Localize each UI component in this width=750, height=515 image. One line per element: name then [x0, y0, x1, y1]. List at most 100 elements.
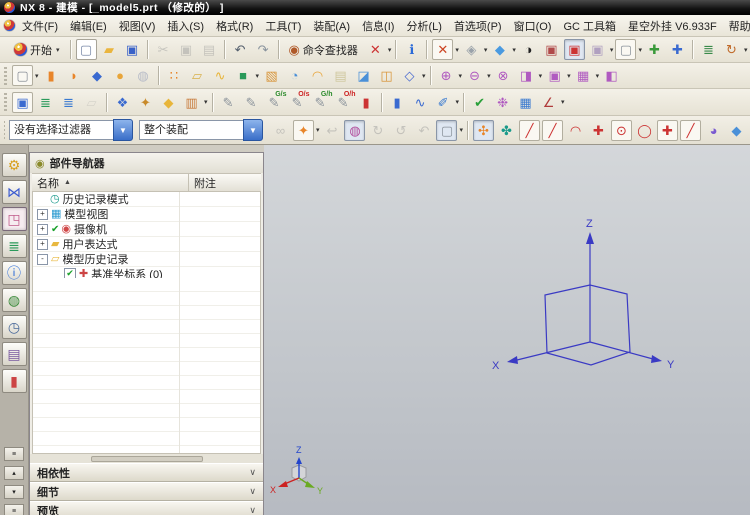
view-triad[interactable]: Z X Y: [264, 440, 328, 510]
intersect-icon[interactable]: ⊗: [493, 65, 514, 86]
menu-item-9[interactable]: 首选项(P): [448, 16, 508, 36]
expand-icon[interactable]: +: [37, 208, 48, 220]
oh-display-icon[interactable]: ✎ O/h: [333, 91, 356, 113]
marquee-select-icon[interactable]: ▢: [436, 119, 458, 141]
column-divider[interactable]: [179, 192, 180, 453]
menu-item-1[interactable]: 编辑(E): [64, 16, 113, 36]
snap-curve-icon[interactable]: ◠: [565, 120, 586, 141]
resource-splitter-top-button[interactable]: ≡: [4, 447, 24, 461]
dropdown-caret-icon[interactable]: ▾: [561, 98, 565, 106]
sphere-face-icon[interactable]: ◔: [284, 65, 305, 86]
boss-icon[interactable]: ●: [110, 65, 131, 86]
dropdown-caret-icon[interactable]: ▾: [539, 72, 543, 80]
snap-endpoint-icon[interactable]: ╱: [519, 119, 540, 141]
revolve-icon[interactable]: ◗: [64, 65, 85, 86]
command-finder-icon[interactable]: ◉ 命令查找器: [284, 39, 363, 60]
paste-icon[interactable]: ▤: [199, 39, 220, 60]
mirror-feature-icon[interactable]: ◧: [601, 65, 622, 86]
resource-scroll-up-button[interactable]: ▴: [4, 466, 24, 480]
resource-scroll-down-button[interactable]: ▾: [4, 485, 24, 499]
tab-reuse-library[interactable]: ≣: [1, 234, 27, 258]
polygon-icon[interactable]: ■: [233, 65, 254, 86]
isometric-view-icon[interactable]: ◆: [489, 39, 510, 60]
spring-tool-icon[interactable]: ∿: [410, 92, 431, 113]
background-icon[interactable]: ▢: [615, 39, 637, 60]
rendered-style-icon[interactable]: ▣: [563, 39, 585, 60]
cavity-icon[interactable]: ▧: [261, 65, 282, 86]
snap-circle-icon[interactable]: ◯: [634, 120, 655, 141]
graphics-viewport[interactable]: Z X Y Z X Y: [264, 145, 750, 515]
dependencies-section[interactable]: 相依性 ∨: [30, 463, 263, 482]
snap-line-icon[interactable]: ╱: [680, 119, 701, 141]
menu-item-4[interactable]: 格式(R): [210, 16, 259, 36]
gripper-handle-icon[interactable]: [90, 455, 203, 462]
preview-section[interactable]: 预览 ∨: [30, 501, 263, 515]
details-section[interactable]: 细节 ∨: [30, 482, 263, 501]
menu-item-5[interactable]: 工具(T): [259, 16, 307, 36]
view-orientation-icon[interactable]: ↻: [721, 39, 742, 60]
curve-icon[interactable]: ∿: [210, 65, 231, 86]
csys-orient-icon[interactable]: ✚: [644, 39, 665, 60]
expand-icon[interactable]: +: [37, 223, 48, 235]
menu-item-7[interactable]: 信息(I): [356, 16, 400, 36]
curve-analysis-icon[interactable]: ∠: [538, 92, 559, 113]
ruler-icon[interactable]: ▮: [356, 92, 377, 113]
pattern-feature-icon[interactable]: ▦: [573, 65, 594, 86]
subtract-icon[interactable]: ⊖: [464, 65, 485, 86]
select-priority-icon[interactable]: ✦: [292, 119, 314, 141]
column-name[interactable]: 名称 ▲: [32, 174, 189, 191]
tree-item[interactable]: ◷ 历史记录模式: [33, 192, 260, 207]
format-icon[interactable]: ▥: [181, 92, 202, 113]
snap-midpoint-icon[interactable]: ╱: [542, 119, 563, 141]
dropdown-caret-icon[interactable]: ▾: [610, 46, 614, 54]
deselect-icon[interactable]: ↶: [413, 120, 434, 141]
unite-icon[interactable]: ⊕: [436, 65, 457, 86]
preselect-icon[interactable]: ∞: [270, 120, 291, 141]
datum-plane-icon[interactable]: ▱: [187, 65, 208, 86]
tab-web-browser[interactable]: ◍: [1, 288, 27, 312]
n-sided-surface-icon[interactable]: ◇: [399, 65, 420, 86]
rotate-b-icon[interactable]: ↺: [390, 120, 411, 141]
column-note[interactable]: 附注: [189, 175, 261, 191]
eraser-icon[interactable]: ✐: [433, 92, 454, 113]
snap-arc-center-icon[interactable]: ⊙: [611, 119, 632, 141]
os-display-icon[interactable]: ✎ O/s: [287, 91, 310, 113]
bend-icon[interactable]: ◠: [307, 65, 328, 86]
dropdown-caret-icon[interactable]: ▾: [638, 46, 642, 54]
swept-icon[interactable]: ◪: [353, 65, 374, 86]
dropdown-caret-icon[interactable]: ▾: [596, 72, 600, 80]
rotate-a-icon[interactable]: ↻: [367, 120, 388, 141]
spreadsheet-icon[interactable]: ▦: [515, 92, 536, 113]
menu-item-3[interactable]: 插入(S): [161, 16, 210, 36]
datum-cube-outline[interactable]: [544, 284, 631, 366]
highlight-icon[interactable]: ◍: [344, 119, 366, 141]
collapse-icon[interactable]: -: [37, 253, 48, 265]
dropdown-caret-icon[interactable]: ▾: [487, 72, 491, 80]
delete-icon[interactable]: ✕: [365, 39, 386, 60]
dropdown-caret-icon[interactable]: ▾: [456, 98, 460, 106]
menu-item-2[interactable]: 视图(V): [113, 16, 162, 36]
tab-hd3d-tool[interactable]: ⓘ: [1, 261, 27, 285]
undo-icon[interactable]: ↶: [230, 39, 251, 60]
snap-sphere-icon[interactable]: ◕: [703, 120, 724, 141]
through-curves-icon[interactable]: ◫: [376, 65, 397, 86]
tree-item[interactable]: - ▱ 模型历史记录: [33, 252, 260, 267]
examine-geometry-icon[interactable]: ✔: [469, 92, 490, 113]
selection-filter-dropdown-icon[interactable]: ▼: [112, 119, 133, 141]
cylinder-tool-icon[interactable]: ▮: [387, 92, 408, 113]
gs-display-icon[interactable]: ✎ G/s: [264, 91, 287, 113]
dropdown-caret-icon[interactable]: ▾: [388, 46, 392, 54]
point-set-icon[interactable]: ∷: [164, 65, 185, 86]
chevron-down-icon[interactable]: ∨: [249, 505, 256, 515]
cut-icon[interactable]: ✂: [153, 39, 174, 60]
snap-point2-icon[interactable]: ✤: [496, 120, 517, 141]
shell-icon[interactable]: ▣: [544, 65, 565, 86]
menu-item-12[interactable]: 星空外挂 V6.933F: [622, 16, 723, 36]
toolbar-grip[interactable]: [4, 66, 7, 85]
dropdown-caret-icon[interactable]: ▾: [744, 46, 748, 54]
stylus-a-icon[interactable]: ✎: [218, 92, 239, 113]
menu-item-10[interactable]: 窗口(O): [508, 16, 558, 36]
menu-item-6[interactable]: 装配(A): [307, 16, 356, 36]
tab-roles[interactable]: ▮: [1, 369, 27, 393]
dropdown-caret-icon[interactable]: ▾: [316, 126, 320, 134]
